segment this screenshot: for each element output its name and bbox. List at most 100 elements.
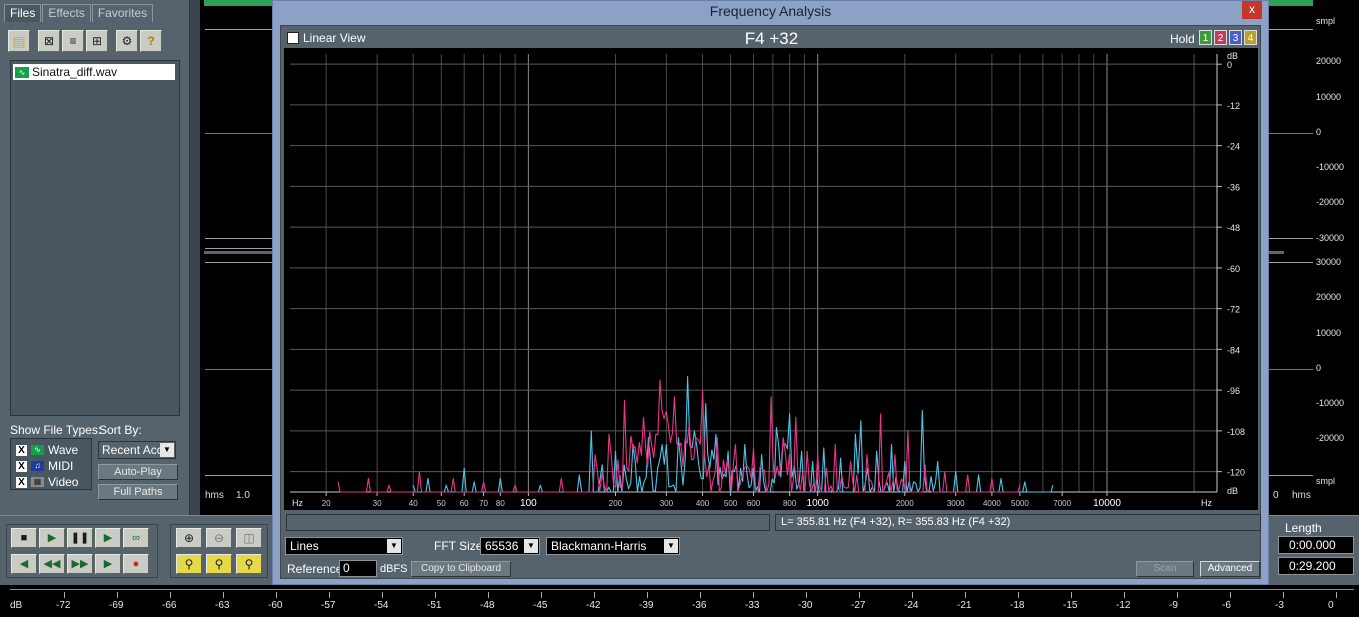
window-function-select[interactable]: Blackmann-Harris ▼: [546, 537, 680, 555]
properties-button[interactable]: ⚙: [116, 30, 138, 52]
dialog-title[interactable]: Frequency Analysis: [273, 1, 1268, 23]
fft-size-select[interactable]: 65536 ▼: [480, 537, 540, 555]
position-field[interactable]: 0:00.000: [1278, 536, 1354, 554]
stop-icon: ■: [20, 532, 28, 544]
video-checkbox[interactable]: X: [16, 476, 27, 488]
x-tick-label: 60: [460, 499, 469, 508]
gear-icon: ⚙: [121, 34, 133, 48]
zoom-full-icon: ◫: [243, 531, 255, 545]
time-format-label-right[interactable]: hms: [1292, 490, 1311, 501]
x-tick-label: 50: [437, 499, 446, 508]
auto-play-button[interactable]: Auto-Play: [98, 464, 178, 480]
meter-tick: [329, 592, 330, 598]
rewind-button[interactable]: ◀◀: [39, 554, 65, 574]
fast-forward-icon: ▶▶: [71, 558, 89, 570]
meter-tick-label: -33: [745, 600, 760, 611]
midi-checkbox[interactable]: X: [16, 460, 27, 472]
zoom-left-button[interactable]: ⚲: [206, 554, 232, 574]
meter-tick-label: -6: [1222, 600, 1231, 611]
display-mode-select[interactable]: Lines ▼: [285, 537, 403, 555]
tab-effects[interactable]: Effects: [42, 4, 91, 22]
scale-label: 0: [1316, 127, 1322, 137]
x-tick-label: 70: [479, 499, 488, 508]
meter-tick-label: -12: [1116, 600, 1131, 611]
tab-favorites[interactable]: Favorites: [91, 4, 154, 22]
scale-label: -20000: [1316, 433, 1345, 443]
waveform-line: [205, 248, 275, 249]
pause-button[interactable]: ❚❚: [67, 528, 93, 548]
zoom-selection-button[interactable]: ⚲: [176, 554, 202, 574]
record-button[interactable]: ●: [123, 554, 149, 574]
chevron-down-icon[interactable]: ▼: [524, 539, 538, 553]
advanced-button[interactable]: Advanced: [1200, 561, 1260, 577]
file-list[interactable]: ∿ Sinatra_diff.wav: [10, 60, 180, 416]
frequency-readout: L= 355.81 Hz (F4 +32), R= 355.83 Hz (F4 …: [775, 514, 1261, 531]
chevron-down-icon[interactable]: ▼: [387, 539, 401, 553]
sort-by-select[interactable]: Recent Acc ▼: [98, 441, 176, 459]
stop-button[interactable]: ■: [11, 528, 37, 548]
zoom-full-button[interactable]: ◫: [236, 528, 262, 548]
wave-type-label: Wave: [48, 443, 79, 457]
meter-tick: [753, 592, 754, 598]
go-to-end-button[interactable]: ▶: [95, 554, 121, 574]
help-button[interactable]: ?: [140, 30, 162, 52]
loop-button[interactable]: ∞: [123, 528, 149, 548]
scale-label: smpl: [1316, 16, 1336, 26]
x-tick-label: 20: [322, 499, 331, 508]
hold-label: Hold: [1170, 32, 1195, 46]
zoom-in-button[interactable]: ⊕: [176, 528, 202, 548]
dbfs-label: dBFS: [380, 563, 408, 575]
chevron-down-icon[interactable]: ▼: [160, 443, 174, 457]
x-tick-label: 400: [696, 499, 710, 508]
record-icon: ●: [132, 558, 140, 570]
fast-forward-button[interactable]: ▶▶: [67, 554, 93, 574]
meter-tick-label: -48: [480, 600, 495, 611]
filter-wave-row[interactable]: X ∿ Wave: [16, 443, 78, 457]
open-file-button[interactable]: ▤: [8, 30, 30, 52]
meter-tick: [117, 592, 118, 598]
meter-tick-label: -18: [1010, 600, 1025, 611]
close-file-button[interactable]: ⊠: [38, 30, 60, 52]
hold-4-button[interactable]: 4: [1244, 30, 1257, 45]
fft-size-label: FFT Size: [434, 539, 483, 553]
hold-1-button[interactable]: 1: [1199, 30, 1212, 45]
length-field[interactable]: 0:29.200: [1278, 557, 1354, 575]
play-button[interactable]: ▶: [39, 528, 65, 548]
copy-to-clipboard-button[interactable]: Copy to Clipboard: [411, 561, 511, 577]
level-meter-bar: [10, 589, 1354, 599]
reference-input[interactable]: 0: [339, 560, 377, 577]
meter-tick-label: -42: [586, 600, 601, 611]
go-to-start-button[interactable]: ◀: [11, 554, 37, 574]
y-tick-label: -84: [1227, 345, 1240, 355]
hold-2-button[interactable]: 2: [1214, 30, 1227, 45]
play-icon: ▶: [47, 532, 57, 544]
insert-button[interactable]: ≡: [62, 30, 84, 52]
y-tick-label: 0: [1227, 60, 1232, 70]
scale-label: -20000: [1316, 197, 1345, 207]
list-item[interactable]: ∿ Sinatra_diff.wav: [13, 64, 175, 80]
y-tick-label: -48: [1227, 223, 1240, 233]
hold-3-button[interactable]: 3: [1229, 30, 1242, 45]
filter-midi-row[interactable]: X ♫ MIDI: [16, 459, 73, 473]
chevron-down-icon[interactable]: ▼: [664, 539, 678, 553]
meter-tick: [806, 592, 807, 598]
full-paths-button[interactable]: Full Paths: [98, 484, 178, 500]
spectrum-plot[interactable]: 0 -12 -24 -36 -48 -60 -72 -84 -96 -108 -120 dB dB 20 3…: [284, 48, 1258, 510]
play-to-end-button[interactable]: ▶: [95, 528, 121, 548]
wave-checkbox[interactable]: X: [16, 444, 27, 456]
tab-files[interactable]: Files: [4, 4, 42, 22]
insert-multitrack-button[interactable]: ⊞: [86, 30, 108, 52]
zoom-right-button[interactable]: ⚲: [236, 554, 262, 574]
zoom-out-icon: ⊖: [213, 531, 225, 545]
meter-tick: [1018, 592, 1019, 598]
meter-tick: [1230, 592, 1231, 598]
detected-note-title: F4 +32: [744, 29, 799, 48]
close-button[interactable]: x: [1242, 1, 1262, 19]
time-format-label[interactable]: hms: [205, 490, 224, 501]
sort-by-label: Sort By:: [99, 423, 142, 437]
scan-button[interactable]: Scan: [1136, 561, 1194, 577]
meter-unit-label: dB: [10, 600, 23, 611]
filter-video-row[interactable]: X ▦ Video: [16, 475, 78, 489]
zoom-out-button[interactable]: ⊖: [206, 528, 232, 548]
x-tick-label: 10000: [1093, 498, 1121, 509]
